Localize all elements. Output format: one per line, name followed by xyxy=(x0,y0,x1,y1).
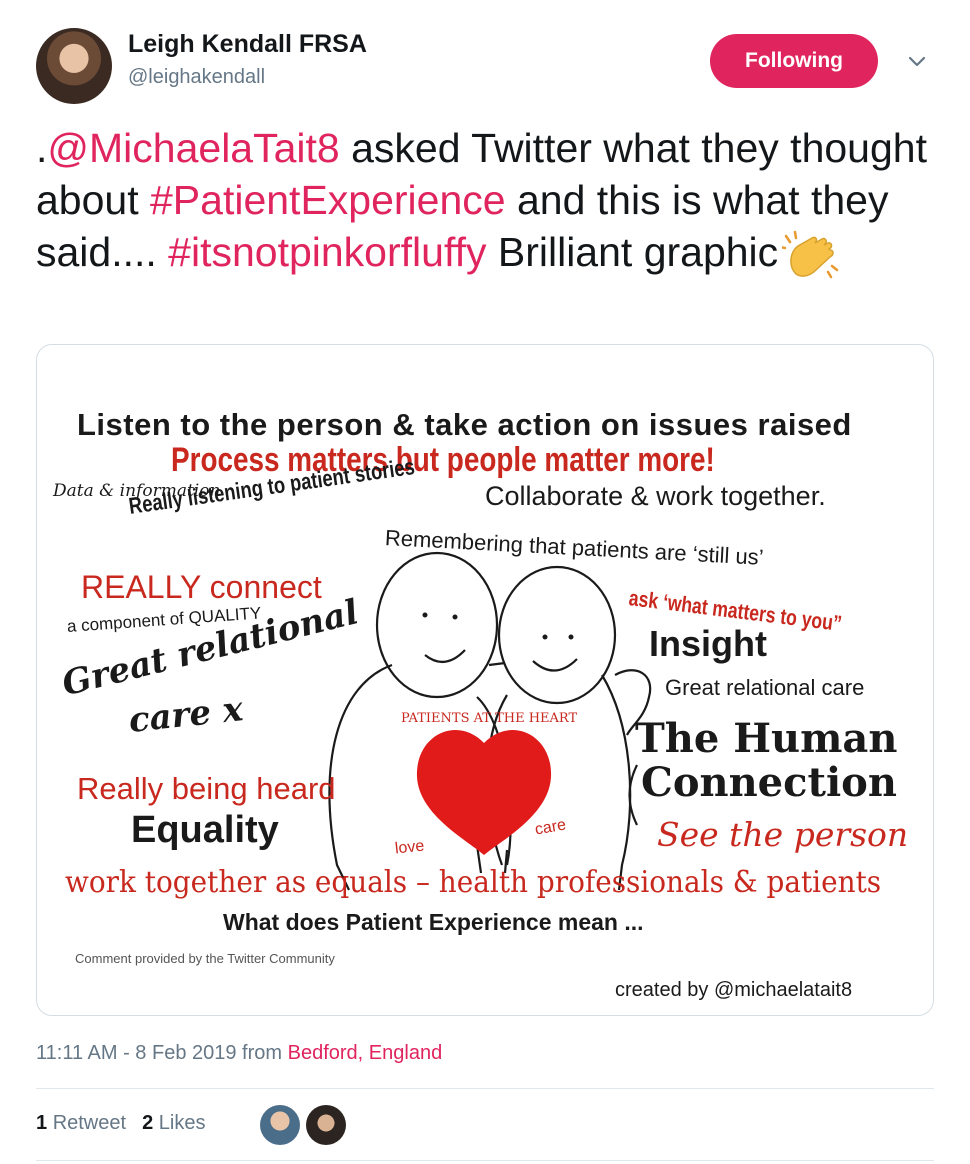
retweets-stat[interactable]: 1 Retweet xyxy=(36,1112,126,1135)
author-handle[interactable]: @leighakendall xyxy=(128,66,265,89)
graphic-line-listen: Listen to the person & take action on is… xyxy=(77,407,852,442)
graphic-see-person: See the person xyxy=(657,815,909,854)
retweet-label: Retweet xyxy=(52,1112,127,1134)
mention-link[interactable]: @MichaelaTait8 xyxy=(47,125,339,171)
likes-stat[interactable]: 2 Likes xyxy=(142,1112,205,1135)
tweet-prefix: . xyxy=(36,125,48,171)
clapping-hands-icon xyxy=(782,230,839,279)
author-avatar[interactable] xyxy=(36,28,112,104)
chevron-down-icon[interactable] xyxy=(904,48,930,74)
graphic-insight: Insight xyxy=(649,623,767,664)
graphic-relational-care: Great relational care xyxy=(665,675,865,700)
graphic-equality: Equality xyxy=(131,809,279,851)
graphic-created-by: created by @michaelatait8 xyxy=(615,979,853,1001)
graphic-heart-label: PATIENTS AT THE HEART xyxy=(401,711,578,726)
following-button[interactable]: Following xyxy=(710,34,878,88)
hashtag-link[interactable]: #PatientExperience xyxy=(150,177,506,223)
graphic-being-heard: Really being heard xyxy=(77,771,336,806)
tweet-timestamp: 11:11 AM - 8 Feb 2019 from Bedford, Engl… xyxy=(36,1042,442,1065)
retweet-count: 1 xyxy=(36,1112,48,1134)
graphic-love: love xyxy=(394,837,426,858)
graphic-comment: Comment provided by the Twitter Communit… xyxy=(75,951,335,966)
divider xyxy=(36,1160,934,1161)
graphic-human-connection-2: Connection xyxy=(641,759,897,806)
graphic-human-connection-1: The Human xyxy=(635,715,898,762)
graphic-collaborate: Collaborate & work together. xyxy=(485,481,826,511)
graphic-equals: work together as equals – health profess… xyxy=(65,865,882,900)
location-link[interactable]: Bedford, England xyxy=(288,1042,443,1064)
tweet-text-part: Brilliant graphic xyxy=(486,229,779,275)
graphic-connect: REALLY connect xyxy=(81,569,322,605)
likes-count: 2 xyxy=(142,1112,154,1134)
liker-avatar[interactable] xyxy=(260,1105,300,1145)
timestamp-text[interactable]: 11:11 AM - 8 Feb 2019 from xyxy=(36,1042,288,1064)
graphic-meaning: What does Patient Experience mean ... xyxy=(223,909,644,935)
hashtag-link[interactable]: #itsnotpinkorfluffy xyxy=(168,229,486,275)
author-name[interactable]: Leigh Kendall FRSA xyxy=(128,30,367,59)
tweet-text: .@MichaelaTait8 asked Twitter what they … xyxy=(36,122,936,280)
liker-avatar[interactable] xyxy=(306,1105,346,1145)
divider xyxy=(36,1088,934,1089)
likes-label: Likes xyxy=(158,1112,206,1134)
graphic-line-process: Process matters but people matter more! xyxy=(171,441,715,479)
tweet-stats: 1 Retweet 2 Likes xyxy=(36,1112,205,1135)
attached-image-card[interactable]: Listen to the person & take action on is… xyxy=(36,344,934,1016)
